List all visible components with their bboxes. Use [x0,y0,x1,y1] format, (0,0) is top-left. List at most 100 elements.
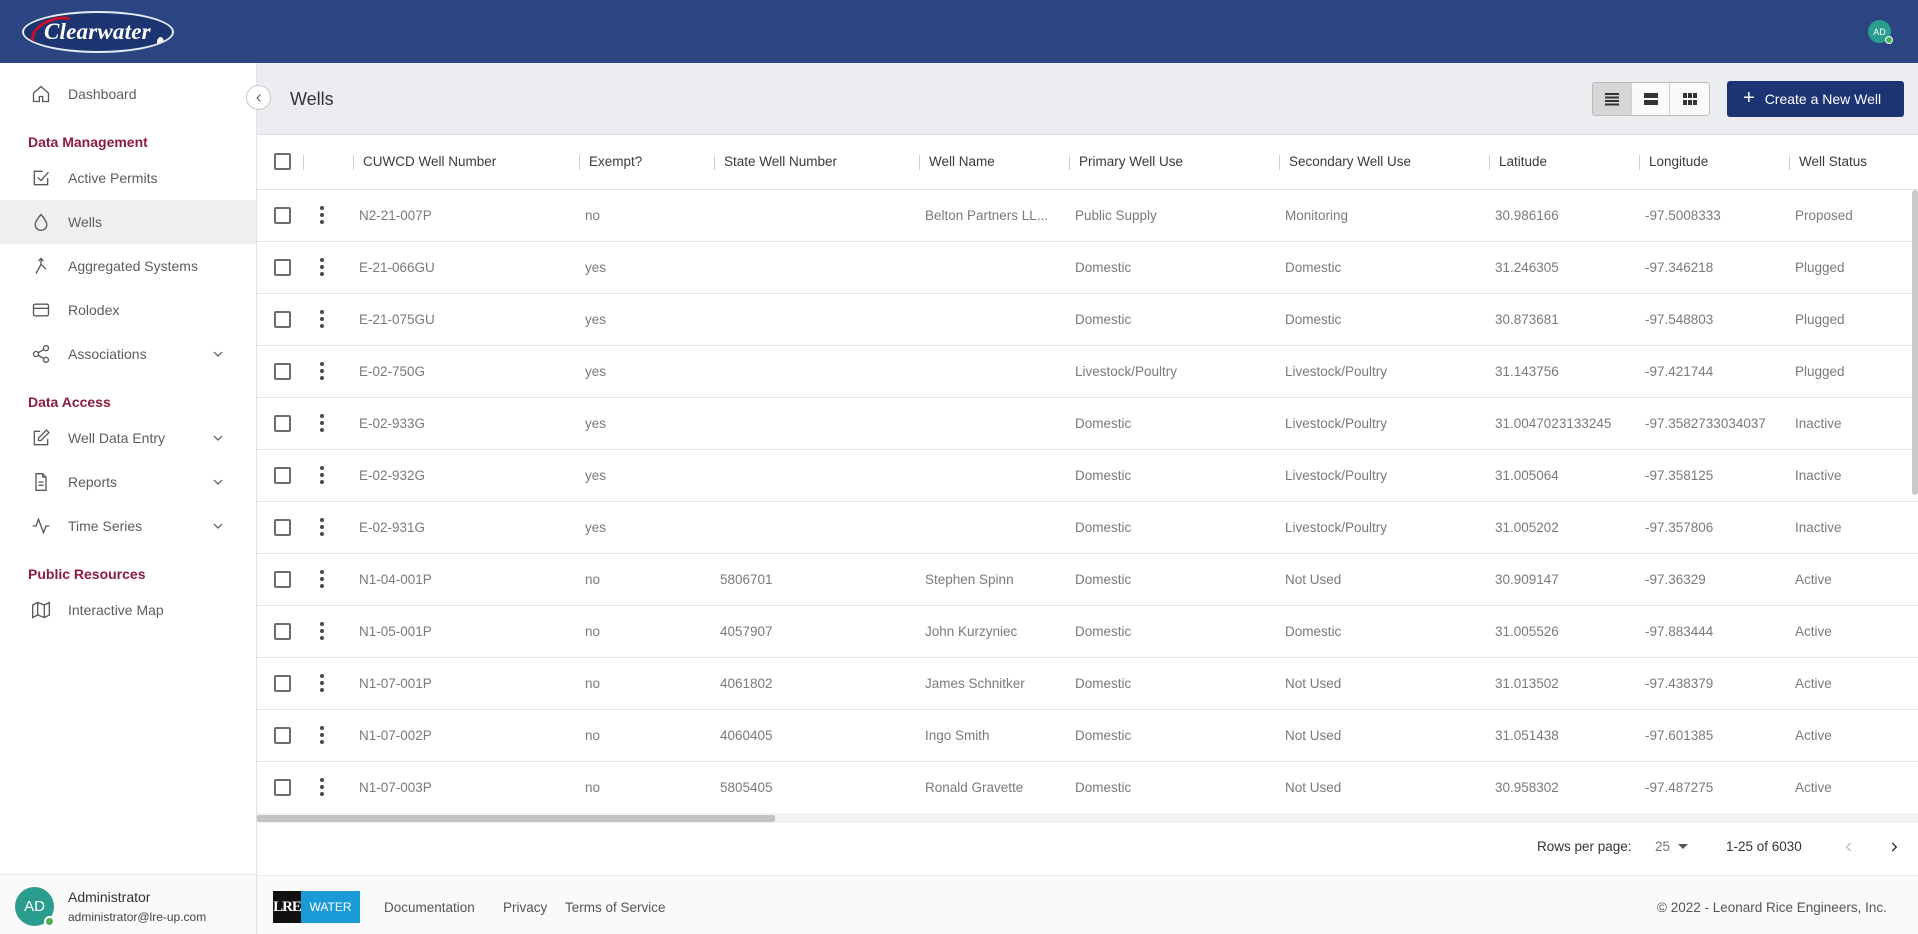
column-header[interactable]: CUWCD Well Number [353,135,579,190]
sidebar-item-associations[interactable]: Associations [0,332,256,376]
sidebar-item-label: Well Data Entry [68,430,165,446]
sidebar-item-dashboard[interactable]: Dashboard [0,72,256,116]
cell-longitude: -97.357806 [1639,501,1789,554]
cell-state-well-number [714,189,919,242]
row-checkbox[interactable] [274,674,291,692]
sidebar-item-interactive-map[interactable]: Interactive Map [0,588,256,632]
sidebar-item-well-data-entry[interactable]: Well Data Entry [0,416,256,460]
column-header[interactable]: Primary Well Use [1069,135,1279,190]
clearwater-logo[interactable]: Clearwater [22,11,174,53]
collapse-sidebar-button[interactable] [246,85,271,110]
cell-cuwcd-well-number: N1-04-001P [353,553,579,606]
horizontal-scrollbar[interactable] [257,813,1918,823]
more-vert-icon[interactable] [320,726,324,744]
row-checkbox[interactable] [274,466,291,484]
row-checkbox[interactable] [274,726,291,744]
row-checkbox[interactable] [274,622,291,640]
horizontal-scrollbar-thumb[interactable] [257,815,775,822]
standard-view-button[interactable] [1632,83,1671,115]
cell-secondary-well-use: Domestic [1279,241,1489,294]
cell-well-name: Ronald Gravette [919,761,1069,814]
row-checkbox[interactable] [274,414,291,432]
rows-per-page-select[interactable]: 25 [1655,839,1689,854]
column-header[interactable]: Exempt? [579,135,714,190]
column-header[interactable]: Well Name [919,135,1069,190]
previous-page-button[interactable] [1839,837,1859,857]
cell-exempt: yes [579,449,714,502]
row-checkbox[interactable] [274,570,291,588]
sidebar-item-active-permits[interactable]: Active Permits [0,156,256,200]
cell-state-well-number [714,397,919,450]
table-row[interactable]: E-02-931G yes Domestic Livestock/Poultry 31.… [257,501,1918,554]
select-all-checkbox[interactable] [274,153,291,171]
terms-of-service-link[interactable]: Terms of Service [565,900,666,915]
avatar: AD [15,887,55,927]
row-checkbox[interactable] [274,206,291,224]
chevron-down-icon[interactable] [210,474,226,490]
lre-water-logo[interactable]: LRE WATER [273,891,360,923]
more-vert-icon[interactable] [320,310,324,328]
grid-view-button[interactable] [1670,83,1709,115]
sidebar-item-wells[interactable]: Wells [0,200,256,244]
table-row[interactable]: E-02-750G yes Livestock/Poultry Livestock/P… [257,345,1918,398]
column-header[interactable]: State Well Number [714,135,919,190]
privacy-link[interactable]: Privacy [503,900,547,915]
current-user[interactable]: AD Administrator administrator@lre-up.co… [0,874,256,934]
table-row[interactable]: E-21-075GU yes Domestic Domestic 30.873681 -9… [257,293,1918,346]
more-vert-icon[interactable] [320,570,324,588]
cell-well-name [919,449,1069,502]
create-new-well-button[interactable]: + Create a New Well [1727,81,1904,117]
table-row[interactable]: N1-05-001P no 4057907 John Kurzyniec Domesti… [257,605,1918,658]
cell-well-name [919,293,1069,346]
sidebar-item-rolodex[interactable]: Rolodex [0,288,256,332]
table-row[interactable]: E-02-933G yes Domestic Livestock/Poultry 31.… [257,397,1918,450]
table-row[interactable]: N1-07-003P no 5805405 Ronald Gravette Domest… [257,761,1918,814]
more-vert-icon[interactable] [320,466,324,484]
sidebar-item-time-series[interactable]: Time Series [0,504,256,548]
account-avatar[interactable]: AD [1868,20,1893,44]
row-checkbox[interactable] [274,258,291,276]
row-checkbox[interactable] [274,310,291,328]
table-row[interactable]: N2-21-007P no Belton Partners LL... Public … [257,189,1918,242]
table-row[interactable]: E-02-932G yes Domestic Livestock/Poultry 31.… [257,449,1918,502]
cell-secondary-well-use: Livestock/Poultry [1279,449,1489,502]
more-vert-icon[interactable] [320,674,324,692]
column-header[interactable]: Longitude [1639,135,1789,190]
row-checkbox[interactable] [274,518,291,536]
row-checkbox[interactable] [274,362,291,380]
next-page-button[interactable] [1884,837,1904,857]
compact-view-button[interactable] [1593,83,1632,115]
cell-well-status: Active [1789,605,1918,658]
chevron-down-icon[interactable] [210,346,226,362]
rows-per-page-label: Rows per page: [1537,839,1632,854]
more-vert-icon[interactable] [320,414,324,432]
chevron-right-icon [1891,842,1898,852]
sidebar-item-reports[interactable]: Reports [0,460,256,504]
sidebar-item-label: Associations [68,346,147,362]
table-row[interactable]: N1-04-001P no 5806701 Stephen Spinn Domestic… [257,553,1918,606]
documentation-link[interactable]: Documentation [384,900,475,915]
row-checkbox[interactable] [274,778,291,796]
sidebar-item-aggregated-systems[interactable]: Aggregated Systems [0,244,256,288]
table-row[interactable]: N1-07-002P no 4060405 Ingo Smith Domestic Not… [257,709,1918,762]
more-vert-icon[interactable] [320,778,324,796]
table-row[interactable]: E-21-066GU yes Domestic Domestic 31.246305 -9… [257,241,1918,294]
column-header[interactable]: Secondary Well Use [1279,135,1489,190]
vertical-scrollbar[interactable] [1912,190,1918,495]
chevron-down-icon[interactable] [210,518,226,534]
more-vert-icon[interactable] [320,622,324,640]
more-vert-icon[interactable] [320,362,324,380]
more-vert-icon[interactable] [320,206,324,224]
more-vert-icon[interactable] [320,518,324,536]
chevron-down-icon[interactable] [210,430,226,446]
table-row[interactable]: N1-07-001P no 4061802 James Schnitker Domest… [257,657,1918,710]
more-vert-icon[interactable] [320,258,324,276]
column-header[interactable]: Latitude [1489,135,1639,190]
cell-well-name: Ingo Smith [919,709,1069,762]
cell-well-name: James Schnitker [919,657,1069,710]
sidebar-item-label: Interactive Map [68,602,164,618]
cell-state-well-number: 4060405 [714,709,919,762]
cell-secondary-well-use: Monitoring [1279,189,1489,242]
cell-longitude: -97.3582733034037 [1639,397,1789,450]
column-header[interactable]: Well Status [1789,135,1918,190]
